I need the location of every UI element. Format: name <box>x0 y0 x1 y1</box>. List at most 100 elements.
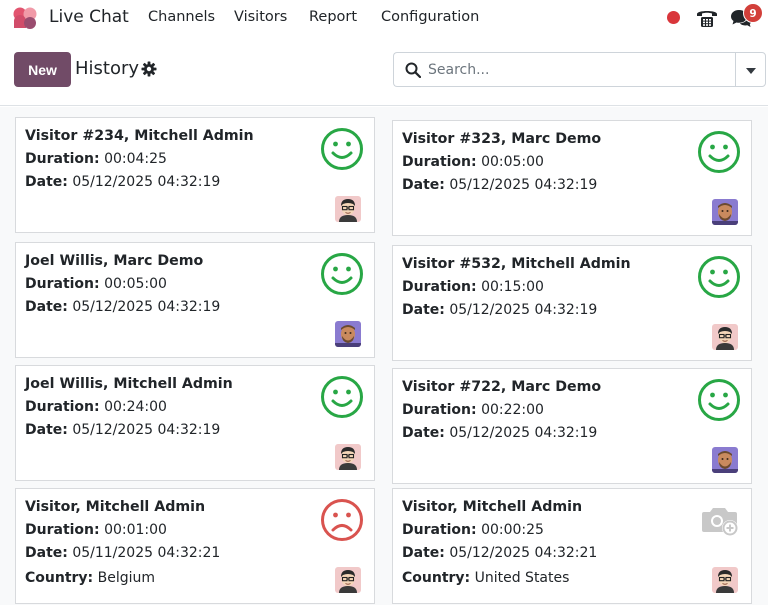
search-box <box>393 52 736 87</box>
chat-history-card[interactable]: Visitor #234, Mitchell Admin Duration: 0… <box>15 117 375 233</box>
chat-history-card[interactable]: Visitor #323, Marc Demo Duration: 00:05:… <box>392 120 752 236</box>
chat-history-card[interactable]: Visitor, Mitchell Admin Duration: 00:00:… <box>392 488 752 604</box>
card-title: Visitor #532, Mitchell Admin <box>402 256 631 272</box>
duration-value: 00:04:25 <box>104 151 167 167</box>
duration-label: Duration: <box>25 399 100 415</box>
mitchell-admin-avatar <box>335 567 361 593</box>
duration-value: 00:22:00 <box>481 402 544 418</box>
card-title: Visitor #323, Marc Demo <box>402 131 602 147</box>
marc-demo-avatar <box>335 321 361 347</box>
country-label: Country: <box>25 570 94 586</box>
date-value: 05/12/2025 04:32:19 <box>449 425 598 441</box>
duration-value: 00:05:00 <box>104 276 167 292</box>
caret-down-icon <box>746 68 756 74</box>
card-title: Visitor #722, Marc Demo <box>402 379 602 395</box>
new-button[interactable]: New <box>14 52 71 87</box>
country-value: United States <box>474 570 570 586</box>
search-input[interactable] <box>428 53 728 86</box>
card-duration: Duration: 00:05:00 <box>402 154 544 170</box>
duration-label: Duration: <box>25 522 100 538</box>
app-name[interactable]: Live Chat <box>49 7 129 27</box>
duration-label: Duration: <box>402 402 477 418</box>
happy-face-icon <box>320 252 364 296</box>
date-label: Date: <box>25 422 68 438</box>
duration-label: Duration: <box>25 276 100 292</box>
happy-face-icon <box>697 130 741 174</box>
date-value: 05/12/2025 04:32:19 <box>72 299 221 315</box>
card-date: Date: 05/12/2025 04:32:19 <box>25 299 220 315</box>
card-duration: Duration: 00:00:25 <box>402 522 544 538</box>
date-value: 05/12/2025 04:32:21 <box>449 545 598 561</box>
duration-label: Duration: <box>402 522 477 538</box>
card-duration: Duration: 00:15:00 <box>402 279 544 295</box>
live-chat-logo-icon[interactable] <box>12 6 38 30</box>
date-label: Date: <box>25 545 68 561</box>
card-title: Visitor #234, Mitchell Admin <box>25 128 254 144</box>
card-country: Country: Belgium <box>25 570 155 586</box>
date-value: 05/12/2025 04:32:19 <box>72 174 221 190</box>
card-title: Joel Willis, Marc Demo <box>25 253 204 269</box>
top-navbar: Live Chat Channels Visitors Report Confi… <box>0 0 768 36</box>
menu-channels[interactable]: Channels <box>148 9 215 25</box>
duration-label: Duration: <box>402 279 477 295</box>
country-label: Country: <box>402 570 471 586</box>
menu-visitors[interactable]: Visitors <box>234 9 287 25</box>
search-icon <box>405 62 421 78</box>
duration-value: 00:05:00 <box>481 154 544 170</box>
happy-face-icon <box>697 378 741 422</box>
card-date: Date: 05/12/2025 04:32:21 <box>402 545 597 561</box>
chat-history-card[interactable]: Visitor #532, Mitchell Admin Duration: 0… <box>392 245 752 361</box>
chat-history-card[interactable]: Visitor #722, Marc Demo Duration: 00:22:… <box>392 368 752 484</box>
sad-face-icon <box>320 498 364 542</box>
card-date: Date: 05/12/2025 04:32:19 <box>25 174 220 190</box>
date-label: Date: <box>402 545 445 561</box>
happy-face-icon <box>320 375 364 419</box>
card-duration: Duration: 00:04:25 <box>25 151 167 167</box>
card-duration: Duration: 00:22:00 <box>402 402 544 418</box>
card-country: Country: United States <box>402 570 569 586</box>
chat-history-card[interactable]: Joel Willis, Mitchell Admin Duration: 00… <box>15 365 375 481</box>
chat-history-card[interactable]: Visitor, Mitchell Admin Duration: 00:01:… <box>15 488 375 604</box>
date-label: Date: <box>402 177 445 193</box>
card-title: Visitor, Mitchell Admin <box>402 499 583 515</box>
date-label: Date: <box>25 299 68 315</box>
card-duration: Duration: 00:24:00 <box>25 399 167 415</box>
mitchell-admin-avatar <box>712 324 738 350</box>
no-rating-camera-icon <box>697 498 741 542</box>
presence-status-icon[interactable] <box>667 11 680 24</box>
card-title: Joel Willis, Mitchell Admin <box>25 376 233 392</box>
duration-value: 00:00:25 <box>481 522 544 538</box>
menu-report[interactable]: Report <box>309 9 357 25</box>
marc-demo-avatar <box>712 447 738 473</box>
card-date: Date: 05/12/2025 04:32:19 <box>25 422 220 438</box>
duration-label: Duration: <box>25 151 100 167</box>
search-options-toggle[interactable] <box>735 52 766 87</box>
kanban-view: Visitor #234, Mitchell Admin Duration: 0… <box>0 107 768 605</box>
duration-value: 00:01:00 <box>104 522 167 538</box>
phone-icon[interactable] <box>695 6 719 30</box>
date-label: Date: <box>402 425 445 441</box>
card-date: Date: 05/11/2025 04:32:21 <box>25 545 220 561</box>
card-date: Date: 05/12/2025 04:32:19 <box>402 302 597 318</box>
chat-history-card[interactable]: Joel Willis, Marc Demo Duration: 00:05:0… <box>15 242 375 358</box>
card-duration: Duration: 00:01:00 <box>25 522 167 538</box>
duration-value: 00:15:00 <box>481 279 544 295</box>
menu-configuration[interactable]: Configuration <box>381 9 479 25</box>
duration-value: 00:24:00 <box>104 399 167 415</box>
happy-face-icon <box>320 127 364 171</box>
country-value: Belgium <box>97 570 156 586</box>
date-value: 05/11/2025 04:32:21 <box>72 545 221 561</box>
control-panel: New History <box>0 36 768 106</box>
page-title: History <box>75 58 140 79</box>
notification-badge[interactable]: 9 <box>743 3 763 23</box>
date-label: Date: <box>402 302 445 318</box>
date-value: 05/12/2025 04:32:19 <box>449 177 598 193</box>
card-date: Date: 05/12/2025 04:32:19 <box>402 177 597 193</box>
date-label: Date: <box>25 174 68 190</box>
card-duration: Duration: 00:05:00 <box>25 276 167 292</box>
card-title: Visitor, Mitchell Admin <box>25 499 206 515</box>
date-value: 05/12/2025 04:32:19 <box>72 422 221 438</box>
gear-icon[interactable] <box>141 61 157 77</box>
card-date: Date: 05/12/2025 04:32:19 <box>402 425 597 441</box>
mitchell-admin-avatar <box>712 567 738 593</box>
